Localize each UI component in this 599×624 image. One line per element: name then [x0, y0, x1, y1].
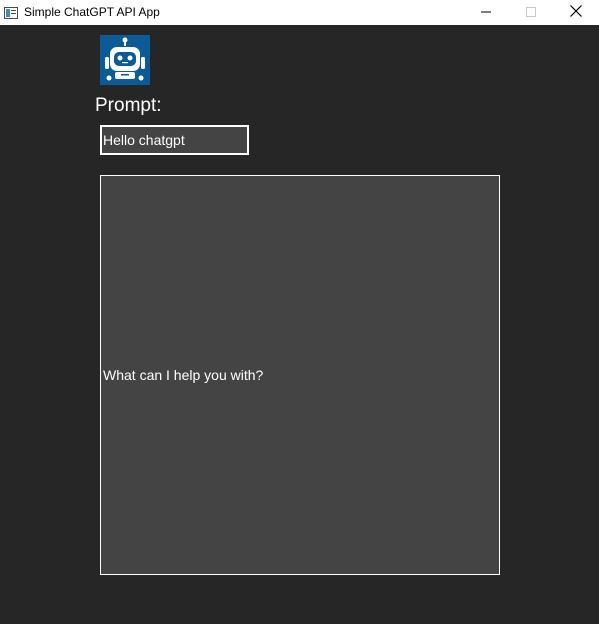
close-icon	[570, 4, 582, 22]
title-bar[interactable]: Simple ChatGPT API App	[0, 0, 599, 25]
close-button[interactable]	[553, 0, 599, 25]
minimize-button[interactable]	[463, 0, 509, 25]
maximize-icon	[526, 4, 536, 22]
response-output[interactable]: What can I help you with?	[100, 175, 500, 575]
app-icon	[4, 6, 18, 19]
response-text: What can I help you with?	[103, 367, 264, 383]
app-window: Simple ChatGPT API App Prompt: Hello cha…	[0, 0, 599, 624]
main-content: Prompt: What can I help you with?	[0, 25, 599, 624]
prompt-input[interactable]	[100, 125, 249, 155]
maximize-button[interactable]	[508, 0, 554, 25]
minimize-icon	[481, 4, 491, 22]
window-title: Simple ChatGPT API App	[24, 5, 160, 19]
prompt-label: Prompt:	[95, 95, 162, 116]
robot-icon	[100, 35, 150, 85]
